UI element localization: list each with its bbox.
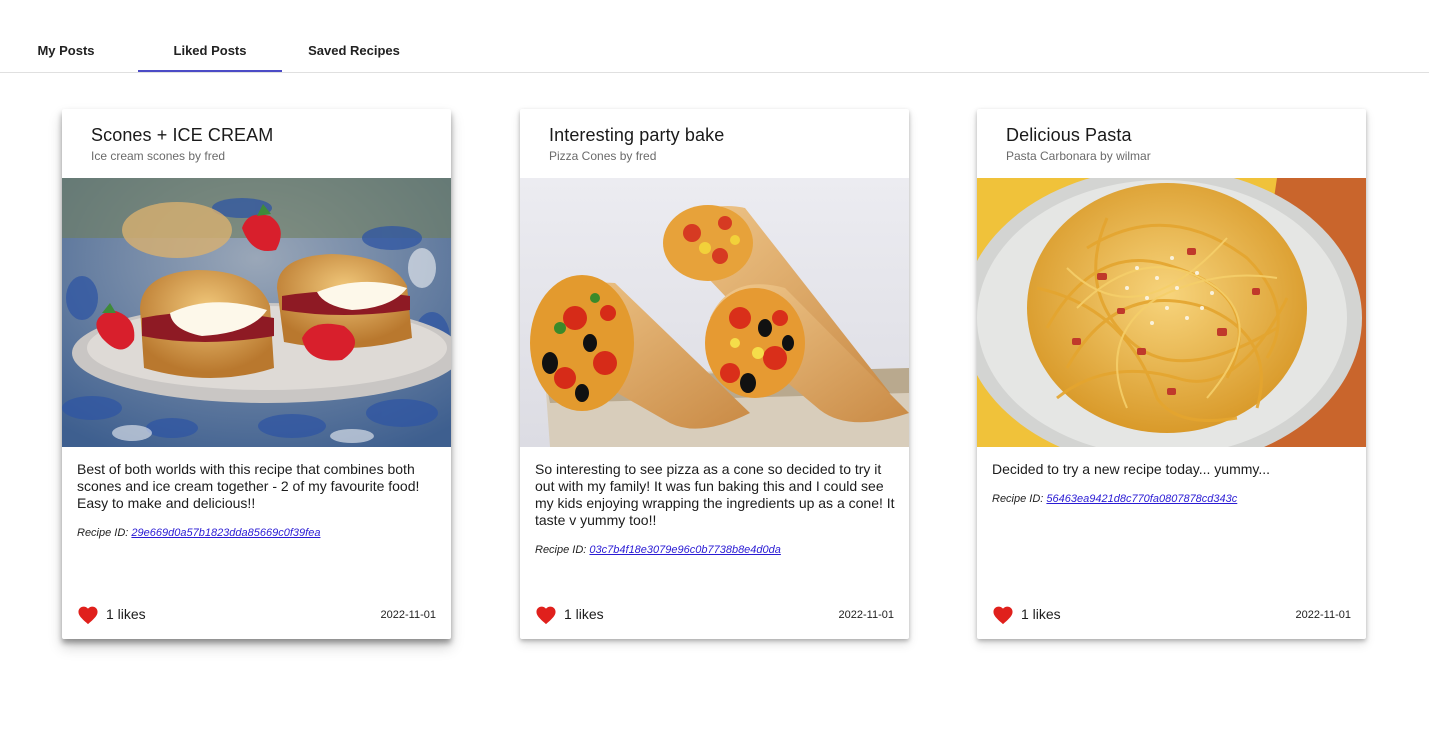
- heart-icon[interactable]: [535, 605, 557, 625]
- post-title: Scones + ICE CREAM: [91, 125, 274, 145]
- recipe-id-line: Recipe ID: 56463ea9421d8c770fa0807878cd3…: [992, 491, 1354, 508]
- post-card[interactable]: Interesting party bake Pizza Cones by fr…: [520, 109, 909, 639]
- post-card[interactable]: Scones + ICE CREAM Ice cream scones by f…: [62, 109, 451, 639]
- likes-count: 1 likes: [106, 606, 146, 622]
- likes-count: 1 likes: [564, 606, 604, 622]
- recipe-id-link[interactable]: 29e669d0a57b1823dda85669c0f39fea: [131, 527, 320, 539]
- post-description: So interesting to see pizza as a cone so…: [535, 461, 895, 528]
- post-subtitle: Pizza Cones by fred: [549, 149, 657, 163]
- tab-bar: My Posts Liked Posts Saved Recipes: [0, 0, 1429, 73]
- recipe-id-line: Recipe ID: 03c7b4f18e3079e96c0b7738b8e4d…: [535, 542, 897, 559]
- tab-saved-recipes[interactable]: Saved Recipes: [282, 28, 426, 72]
- recipe-id-line: Recipe ID: 29e669d0a57b1823dda85669c0f39…: [77, 525, 439, 542]
- post-date: 2022-11-01: [1295, 609, 1351, 621]
- post-description: Decided to try a new recipe today... yum…: [992, 461, 1271, 477]
- post-subtitle: Pasta Carbonara by wilmar: [1006, 149, 1151, 163]
- recipe-id-label: Recipe ID:: [77, 527, 129, 539]
- likes-count: 1 likes: [1021, 606, 1061, 622]
- tab-my-posts[interactable]: My Posts: [0, 28, 132, 72]
- heart-icon[interactable]: [77, 605, 99, 625]
- recipe-id-link[interactable]: 56463ea9421d8c770fa0807878cd343c: [1046, 493, 1237, 505]
- post-image: [62, 178, 451, 447]
- post-title: Interesting party bake: [549, 125, 725, 145]
- post-subtitle: Ice cream scones by fred: [91, 149, 226, 163]
- post-date: 2022-11-01: [838, 609, 894, 621]
- post-description: Best of both worlds with this recipe tha…: [77, 461, 420, 511]
- post-image: [977, 178, 1366, 447]
- heart-icon[interactable]: [992, 605, 1014, 625]
- recipe-id-link[interactable]: 03c7b4f18e3079e96c0b7738b8e4d0da: [589, 544, 780, 556]
- post-image: [520, 178, 909, 447]
- tab-liked-posts[interactable]: Liked Posts: [138, 28, 282, 72]
- recipe-id-label: Recipe ID:: [992, 493, 1044, 505]
- post-card[interactable]: Delicious Pasta Pasta Carbonara by wilma…: [977, 109, 1366, 639]
- recipe-id-label: Recipe ID:: [535, 544, 587, 556]
- post-title: Delicious Pasta: [1006, 125, 1132, 145]
- post-date: 2022-11-01: [380, 609, 436, 621]
